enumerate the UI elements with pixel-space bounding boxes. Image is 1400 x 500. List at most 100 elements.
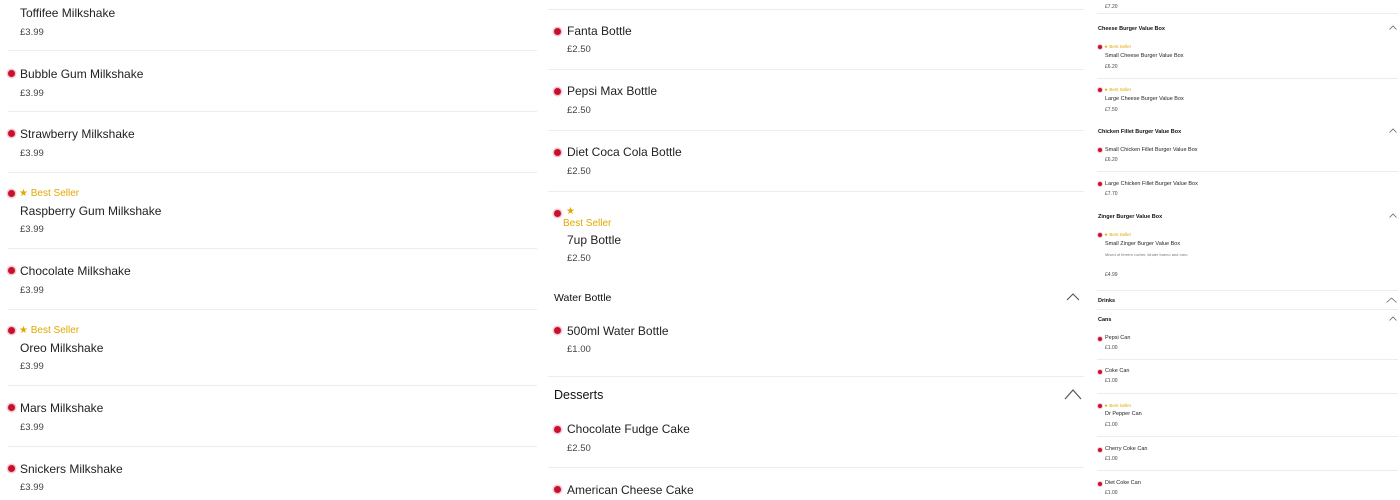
menu-item[interactable]: Coke Can £1.00	[1093, 363, 1400, 391]
divider	[1097, 290, 1398, 291]
divider	[1097, 470, 1398, 471]
section-title: Chicken Fillet Burger Value Box	[1098, 129, 1182, 135]
drinks-section-header[interactable]: Drinks	[1093, 294, 1400, 308]
item-price: £3.99	[20, 224, 44, 235]
radio-dot-icon	[554, 88, 561, 95]
chevron-up-icon[interactable]	[1389, 213, 1397, 218]
item-price: £2.50	[567, 443, 591, 454]
best-seller-badge: ★ Best Seller	[1104, 232, 1132, 237]
radio-dot-icon	[554, 486, 561, 493]
item-price: £2.50	[567, 105, 591, 116]
item-name: Bubble Gum Milkshake	[20, 67, 144, 81]
menu-item[interactable]: Strawberry Milkshake £3.99	[0, 112, 545, 172]
menu-item[interactable]: Snickers Milkshake £3.99	[0, 447, 545, 500]
chevron-up-icon[interactable]	[1066, 292, 1080, 301]
item-name: 7up Bottle	[567, 233, 622, 247]
menu-item[interactable]: Chocolate Milkshake £3.99	[0, 249, 545, 309]
value-boxes-column: £7.20 Cheese Burger Value Box ★ Best Sel…	[1093, 0, 1400, 500]
divider	[1097, 13, 1398, 14]
menu-item[interactable]: American Cheese Cake	[548, 468, 1088, 500]
item-name: Pepsi Can	[1105, 335, 1131, 341]
radio-dot-icon	[1098, 482, 1102, 486]
menu-item[interactable]: Small Chicken Fillet Burger Value Box £6…	[1093, 142, 1400, 172]
chicken-section-header[interactable]: Chicken Fillet Burger Value Box	[1093, 125, 1400, 139]
menu-item[interactable]: Diet Coke Can £1.00	[1093, 475, 1400, 500]
chevron-up-icon[interactable]	[1389, 128, 1397, 133]
item-price: £7.50	[1105, 107, 1118, 113]
water-section-header[interactable]: Water Bottle	[548, 284, 1088, 310]
item-price: £3.99	[20, 482, 44, 493]
menu-item[interactable]: ★ Best Seller 7up Bottle £2.50	[548, 192, 1088, 274]
radio-dot-icon	[1098, 404, 1102, 408]
menu-item[interactable]: ★ Best Seller Small Zinger Burger Value …	[1093, 228, 1400, 284]
menu-item[interactable]: Large Chicken Fillet Burger Value Box £7…	[1093, 176, 1400, 206]
radio-dot-icon	[8, 70, 15, 77]
item-name: Raspberry Gum Milkshake	[20, 204, 162, 218]
menu-item[interactable]: Pepsi Max Bottle £2.50	[548, 70, 1088, 130]
item-price: £3.99	[20, 361, 44, 372]
drinks-desserts-column: Fanta Bottle £2.50 Pepsi Max Bottle £2.5…	[548, 0, 1088, 500]
best-seller-badge: ★ Best Seller	[19, 325, 80, 336]
item-name: Large Cheese Burger Value Box	[1105, 96, 1184, 102]
section-title: Water Bottle	[554, 292, 612, 304]
item-price: £7.70	[1105, 191, 1118, 197]
radio-dot-icon	[1098, 370, 1102, 374]
star-icon: ★	[1104, 403, 1109, 408]
item-price: £3.99	[20, 148, 44, 159]
radio-dot-icon	[1098, 88, 1102, 92]
star-icon: ★	[1104, 44, 1109, 49]
radio-dot-icon	[8, 327, 15, 334]
section-title: Cans	[1098, 317, 1112, 323]
item-name: Oreo Milkshake	[20, 341, 104, 355]
item-price: £1.00	[1105, 378, 1118, 384]
menu-item[interactable]: Pepsi Can £1.00	[1093, 330, 1400, 358]
radio-dot-icon	[8, 130, 15, 137]
menu-item[interactable]: Mars Milkshake £3.99	[0, 386, 545, 446]
item-name: Diet Coke Can	[1105, 480, 1141, 486]
cans-section-header[interactable]: Cans	[1093, 313, 1400, 327]
item-name: Large Chicken Fillet Burger Value Box	[1105, 181, 1198, 187]
item-price: £3.99	[20, 422, 44, 433]
cheese-section-header[interactable]: Cheese Burger Value Box	[1093, 22, 1400, 36]
menu-item[interactable]: ★ Best Seller Oreo Milkshake £3.99	[0, 310, 545, 385]
item-name: Snickers Milkshake	[20, 462, 123, 476]
menu-item[interactable]: Diet Coca Cola Bottle £2.50	[548, 131, 1088, 191]
item-name: Small Chicken Fillet Burger Value Box	[1105, 147, 1198, 153]
menu-item[interactable]: Bubble Gum Milkshake £3.99	[0, 51, 545, 111]
menu-item[interactable]: Fanta Bottle £2.50	[548, 10, 1088, 69]
menu-item[interactable]: Cherry Coke Can £1.00	[1093, 441, 1400, 469]
radio-dot-icon	[8, 404, 15, 411]
radio-dot-icon	[1098, 148, 1102, 152]
item-price: £1.00	[567, 344, 591, 355]
item-price: £2.50	[567, 44, 591, 55]
radio-dot-icon	[554, 426, 561, 433]
chevron-up-icon[interactable]	[1386, 297, 1397, 303]
chevron-up-icon[interactable]	[1389, 316, 1397, 321]
menu-item[interactable]: ★ Best Seller Large Cheese Burger Value …	[1093, 83, 1400, 121]
menu-item[interactable]: ★ Best Seller Small Cheese Burger Value …	[1093, 40, 1400, 78]
item-price: £6.20	[1105, 157, 1118, 163]
star-icon: ★	[566, 206, 575, 217]
star-icon: ★	[1104, 87, 1109, 92]
menu-item[interactable]: Chocolate Fudge Cake £2.50	[548, 410, 1088, 467]
divider	[1097, 171, 1398, 172]
radio-dot-icon	[1098, 233, 1102, 237]
item-price: £1.00	[1105, 490, 1118, 496]
item-price: £4.99	[1105, 272, 1118, 278]
radio-dot-icon	[554, 210, 561, 217]
divider	[1097, 436, 1398, 437]
chevron-up-icon[interactable]	[1064, 388, 1082, 400]
chevron-up-icon[interactable]	[1389, 25, 1397, 30]
radio-dot-icon	[554, 149, 561, 156]
menu-item[interactable]: Toffifee Milkshake £3.99	[0, 0, 545, 50]
radio-dot-icon	[554, 28, 561, 35]
radio-dot-icon	[8, 190, 15, 197]
star-icon: ★	[19, 188, 28, 199]
menu-item[interactable]: 500ml Water Bottle £1.00	[548, 312, 1088, 375]
zinger-section-header[interactable]: Zinger Burger Value Box	[1093, 210, 1400, 224]
menu-item[interactable]: ★ Best Seller Raspberry Gum Milkshake £3…	[0, 173, 545, 248]
item-description: Mixed of ferrero rocher, kinder bueno an…	[1105, 252, 1188, 257]
menu-item[interactable]: ★ Best Seller Dr Pepper Can £1.00	[1093, 399, 1400, 435]
desserts-section-header[interactable]: Desserts	[548, 380, 1088, 410]
radio-dot-icon	[1098, 182, 1102, 186]
